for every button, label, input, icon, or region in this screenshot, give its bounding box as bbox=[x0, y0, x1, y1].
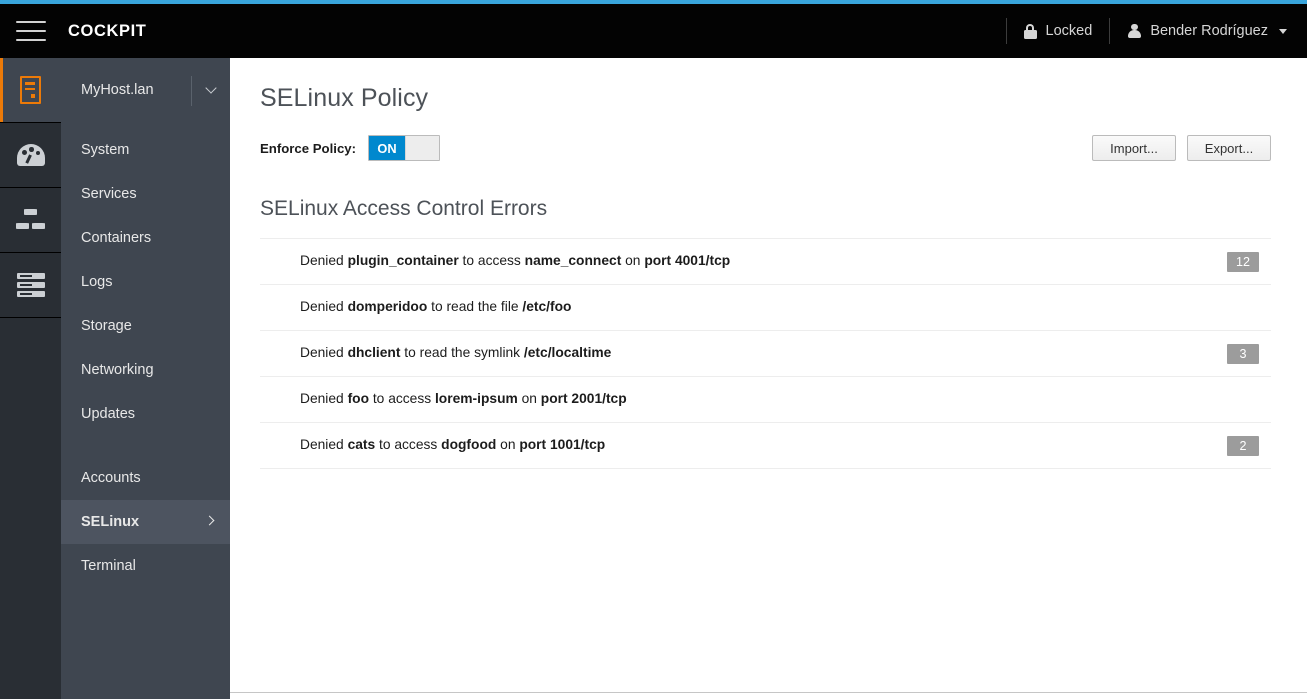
header-actions: Locked Bender Rodríguez bbox=[1005, 4, 1307, 58]
sidebar-item-containers[interactable]: Containers bbox=[61, 216, 230, 260]
export-button[interactable]: Export... bbox=[1187, 135, 1271, 161]
sidebar-item-label: Containers bbox=[81, 230, 152, 246]
host-divider bbox=[191, 76, 192, 106]
count-badge: 3 bbox=[1227, 343, 1259, 364]
sidebar-item-services[interactable]: Services bbox=[61, 172, 230, 216]
table-row[interactable]: Denied foo to access lorem-ipsum on port… bbox=[260, 377, 1271, 423]
error-description: Denied cats to access dogfood on port 10… bbox=[300, 437, 606, 453]
enforce-policy-toggle[interactable]: ON bbox=[368, 135, 441, 161]
chevron-down-icon bbox=[1279, 28, 1287, 34]
main-content: SELinux Policy Enforce Policy: ON Import… bbox=[230, 58, 1307, 699]
count-badge: 12 bbox=[1227, 251, 1259, 272]
cluster-icon bbox=[16, 207, 46, 233]
content-bottom-rule bbox=[230, 692, 1307, 693]
table-row[interactable]: Denied plugin_container to access name_c… bbox=[260, 239, 1271, 285]
cockpit-window: COCKPIT Locked Bender Rodríguez MyHost.l… bbox=[0, 0, 1307, 699]
locked-button[interactable]: Locked bbox=[1007, 4, 1110, 58]
sidebar-item-label: Updates bbox=[81, 406, 136, 422]
brand-title: COCKPIT bbox=[68, 21, 147, 40]
chevron-down-icon bbox=[205, 82, 217, 94]
user-name-label: Bender Rodríguez bbox=[1150, 23, 1268, 39]
sidebar-item-logs[interactable]: Logs bbox=[61, 260, 230, 304]
error-description: Denied domperidoo to read the file /etc/… bbox=[300, 299, 572, 315]
sidebar-item-label: Logs bbox=[81, 274, 113, 290]
sidebar-item-terminal[interactable]: Terminal bbox=[61, 544, 230, 588]
sidebar-item-label: Terminal bbox=[81, 558, 136, 574]
nav-group-primary: System Services Containers Logs Storage … bbox=[61, 122, 230, 436]
sidebar-item-storage[interactable]: Storage bbox=[61, 304, 230, 348]
icon-rail bbox=[0, 58, 61, 699]
server-tower-icon bbox=[20, 76, 41, 104]
sidebar-item-label: Storage bbox=[81, 318, 132, 334]
sidebar-item-label: Accounts bbox=[81, 470, 141, 486]
sidebar-item-accounts[interactable]: Accounts bbox=[61, 456, 230, 500]
toggle-knob bbox=[405, 136, 440, 160]
count-badge: 2 bbox=[1227, 435, 1259, 456]
table-row[interactable]: Denied domperidoo to read the file /etc/… bbox=[260, 285, 1271, 331]
section-title: SELinux Access Control Errors bbox=[260, 197, 548, 220]
sidebar-item-label: System bbox=[81, 142, 130, 158]
lock-icon bbox=[1023, 23, 1037, 39]
rail-item-server[interactable] bbox=[0, 58, 61, 123]
locked-label: Locked bbox=[1045, 23, 1093, 39]
error-description: Denied dhclient to read the symlink /etc… bbox=[300, 345, 612, 361]
dashboard-gauge-icon bbox=[16, 144, 45, 166]
top-header: COCKPIT Locked Bender Rodríguez bbox=[0, 4, 1307, 58]
sidebar-item-system[interactable]: System bbox=[61, 128, 230, 172]
sidebar-item-label: Networking bbox=[81, 362, 154, 378]
enforce-policy-label: Enforce Policy: bbox=[260, 140, 357, 156]
sidebar-nav: MyHost.lan System Services Containers Lo… bbox=[61, 58, 230, 699]
user-menu[interactable]: Bender Rodríguez bbox=[1110, 4, 1307, 58]
nav-group-spacer bbox=[61, 436, 230, 456]
sidebar-item-networking[interactable]: Networking bbox=[61, 348, 230, 392]
sidebar-item-selinux[interactable]: SELinux bbox=[61, 500, 230, 544]
table-row[interactable]: Denied cats to access dogfood on port 10… bbox=[260, 423, 1271, 469]
sidebar-item-updates[interactable]: Updates bbox=[61, 392, 230, 436]
rail-item-cluster[interactable] bbox=[0, 188, 61, 253]
nav-group-secondary: Accounts SELinux Terminal bbox=[61, 456, 230, 588]
host-name-label: MyHost.lan bbox=[81, 82, 154, 98]
policy-actions: Import... Export... bbox=[1092, 135, 1271, 161]
toggle-on-label: ON bbox=[369, 136, 406, 160]
import-button[interactable]: Import... bbox=[1092, 135, 1176, 161]
sidebar-item-label: Services bbox=[81, 186, 137, 202]
rail-item-rack[interactable] bbox=[0, 253, 61, 318]
page-title: SELinux Policy bbox=[260, 84, 429, 112]
sidebar-item-label: SELinux bbox=[81, 514, 140, 530]
selinux-error-list: Denied plugin_container to access name_c… bbox=[260, 238, 1271, 469]
error-description: Denied foo to access lorem-ipsum on port… bbox=[300, 391, 627, 407]
table-row[interactable]: Denied dhclient to read the symlink /etc… bbox=[260, 331, 1271, 377]
rail-item-dashboard[interactable] bbox=[0, 123, 61, 188]
error-description: Denied plugin_container to access name_c… bbox=[300, 253, 731, 269]
enforce-policy-row: Enforce Policy: ON Import... Export... bbox=[260, 135, 1271, 161]
hamburger-icon[interactable] bbox=[16, 21, 46, 41]
rack-server-icon bbox=[16, 273, 45, 297]
chevron-right-icon bbox=[204, 515, 215, 526]
host-selector[interactable]: MyHost.lan bbox=[61, 58, 230, 122]
avatar-icon bbox=[1127, 23, 1141, 39]
